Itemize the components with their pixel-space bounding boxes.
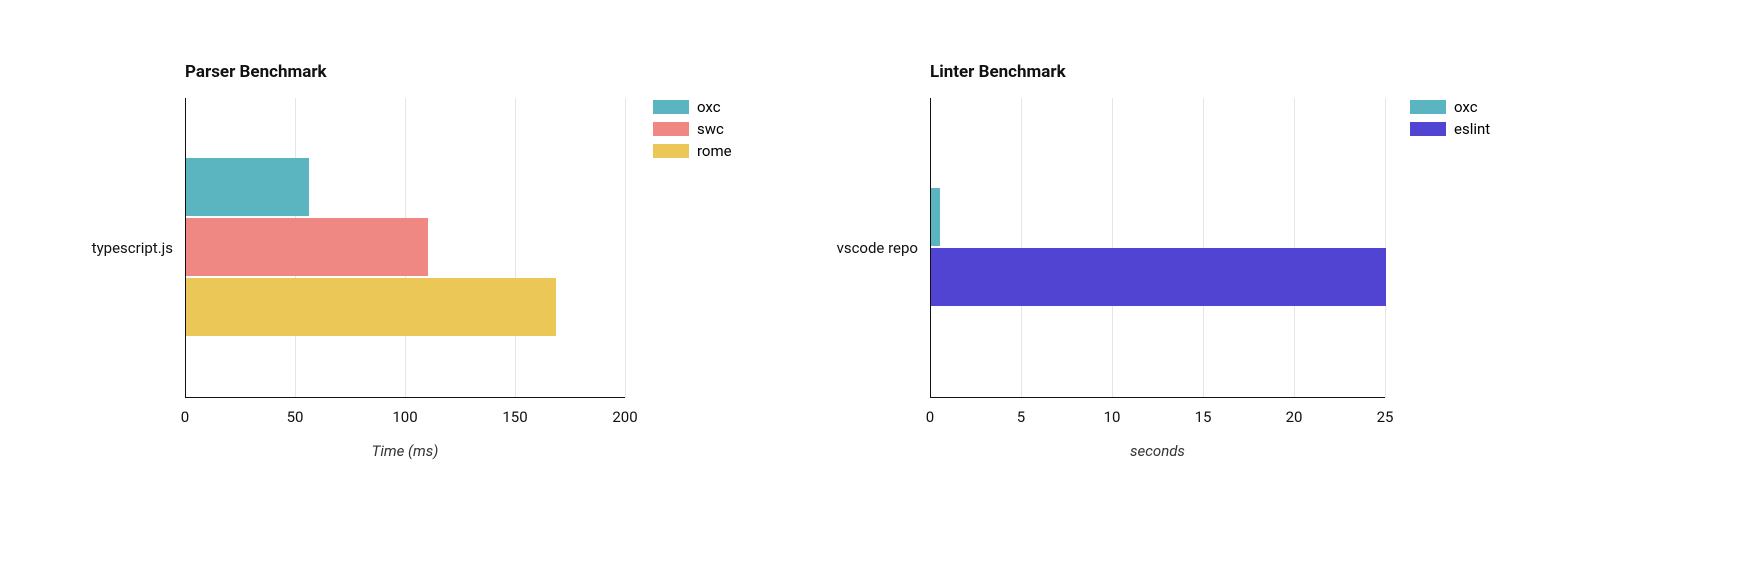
y-axis <box>185 98 186 398</box>
x-tick: 150 <box>502 408 527 426</box>
y-category-label: typescript.js <box>92 239 173 257</box>
x-axis-label: seconds <box>1130 442 1185 460</box>
chart-title: Linter Benchmark <box>930 62 1630 82</box>
x-tick: 10 <box>1104 408 1121 426</box>
bar-oxc <box>931 188 940 246</box>
x-tick: 100 <box>392 408 417 426</box>
legend-swatch <box>653 144 689 158</box>
bar-rome <box>186 278 556 336</box>
plot-area: vscode repo 0 5 10 15 20 25 seconds <box>930 98 1630 398</box>
x-tick: 25 <box>1377 408 1394 426</box>
legend-item: oxc <box>1410 98 1490 116</box>
legend-label: rome <box>697 142 732 160</box>
x-tick: 5 <box>1017 408 1025 426</box>
legend: oxc eslint <box>1410 98 1490 142</box>
x-tick: 15 <box>1195 408 1212 426</box>
plot-area: typescript.js 0 50 100 150 200 Time (ms) <box>185 98 885 398</box>
x-tick: 20 <box>1286 408 1303 426</box>
chart-title: Parser Benchmark <box>185 62 885 82</box>
legend-swatch <box>653 122 689 136</box>
x-tick: 50 <box>287 408 304 426</box>
legend-item: rome <box>653 142 732 160</box>
legend-item: oxc <box>653 98 732 116</box>
x-axis <box>930 397 1385 398</box>
x-tick: 0 <box>181 408 189 426</box>
plot: 0 50 100 150 200 Time (ms) <box>185 98 625 398</box>
bar-swc <box>186 218 428 276</box>
legend-label: oxc <box>697 98 721 116</box>
y-axis <box>930 98 931 398</box>
legend-swatch <box>653 100 689 114</box>
plot: 0 5 10 15 20 25 seconds <box>930 98 1385 398</box>
legend-item: swc <box>653 120 732 138</box>
linter-benchmark-chart: Linter Benchmark vscode repo 0 5 10 15 2… <box>930 62 1630 398</box>
legend-label: oxc <box>1454 98 1478 116</box>
legend-swatch <box>1410 100 1446 114</box>
x-tick: 200 <box>612 408 637 426</box>
legend-item: eslint <box>1410 120 1490 138</box>
parser-benchmark-chart: Parser Benchmark typescript.js 0 50 100 … <box>185 62 885 398</box>
legend-label: swc <box>697 120 724 138</box>
legend-swatch <box>1410 122 1446 136</box>
x-tick: 0 <box>926 408 934 426</box>
legend-label: eslint <box>1454 120 1490 138</box>
legend: oxc swc rome <box>653 98 732 164</box>
bar-eslint <box>931 248 1386 306</box>
y-category-label: vscode repo <box>837 239 918 257</box>
x-axis <box>185 397 625 398</box>
x-axis-label: Time (ms) <box>372 442 439 460</box>
bar-oxc <box>186 158 309 216</box>
